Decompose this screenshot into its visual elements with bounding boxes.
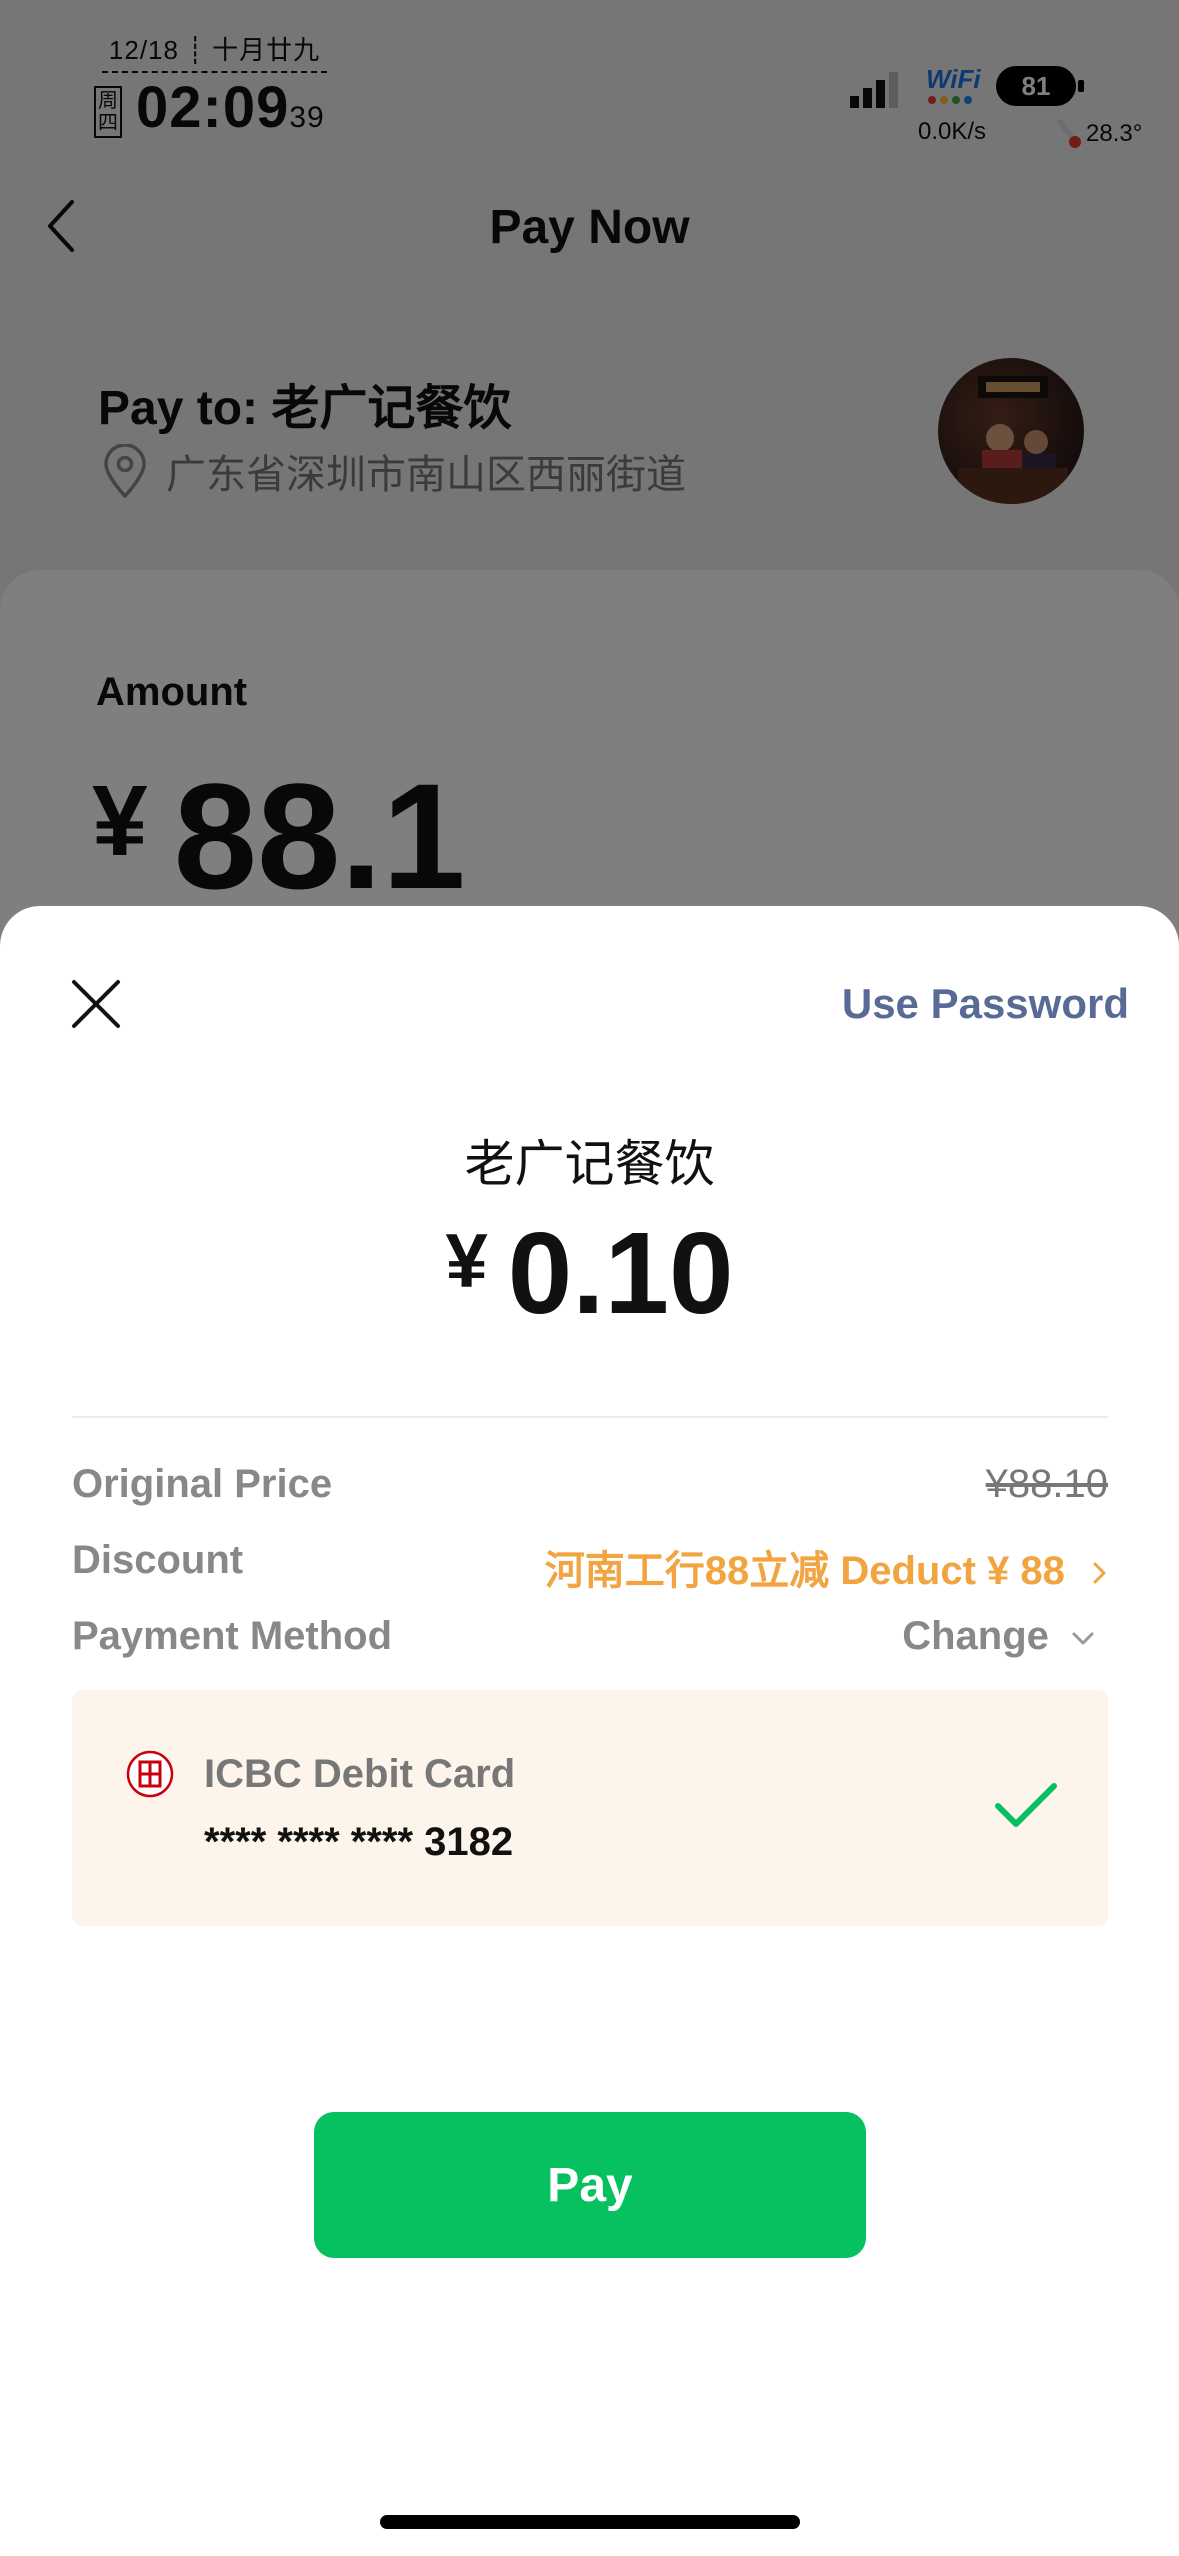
chevron-down-icon — [1072, 1632, 1094, 1645]
change-text: Change — [902, 1614, 1049, 1658]
payment-sheet: Use Password 老广记餐饮 ¥0.10 Original Price … — [0, 906, 1179, 2556]
original-price-value: ¥88.10 — [985, 1462, 1108, 1506]
bank-name: ICBC Debit Card — [204, 1752, 516, 1796]
sheet-amount: ¥0.10 — [0, 1206, 1179, 1340]
discount-row[interactable]: Discount 河南工行88立减 Deduct ¥ 88 — [72, 1538, 1108, 1598]
payment-card-option[interactable]: ICBC Debit Card **** **** **** 3182 — [72, 1690, 1108, 1926]
sheet-merchant-name: 老广记餐饮 — [464, 1136, 715, 1192]
pay-button[interactable]: Pay — [314, 2112, 866, 2258]
home-indicator[interactable] — [380, 2515, 800, 2529]
icbc-logo-icon — [126, 1750, 174, 1798]
sheet-amount-number: 0.10 — [507, 1208, 734, 1338]
payment-method-row: Payment Method Change — [72, 1614, 1108, 1674]
close-icon[interactable] — [68, 976, 124, 1032]
original-price-row: Original Price ¥88.10 — [72, 1462, 1108, 1522]
discount-value[interactable]: 河南工行88立减 Deduct ¥ 88 — [545, 1538, 1112, 1596]
original-price-label: Original Price — [72, 1462, 333, 1506]
discount-text: 河南工行88立减 Deduct ¥ 88 — [544, 1549, 1065, 1593]
discount-label: Discount — [72, 1538, 244, 1582]
use-password-link[interactable]: Use Password — [842, 980, 1129, 1028]
payment-method-label: Payment Method — [72, 1614, 393, 1658]
change-payment-button[interactable]: Change — [902, 1614, 1096, 1659]
checkmark-icon — [995, 1783, 1057, 1827]
chevron-right-icon — [1093, 1562, 1106, 1584]
card-number: **** **** **** 3182 — [204, 1820, 514, 1864]
divider — [72, 1416, 1108, 1418]
sheet-amount-currency: ¥ — [445, 1219, 488, 1304]
